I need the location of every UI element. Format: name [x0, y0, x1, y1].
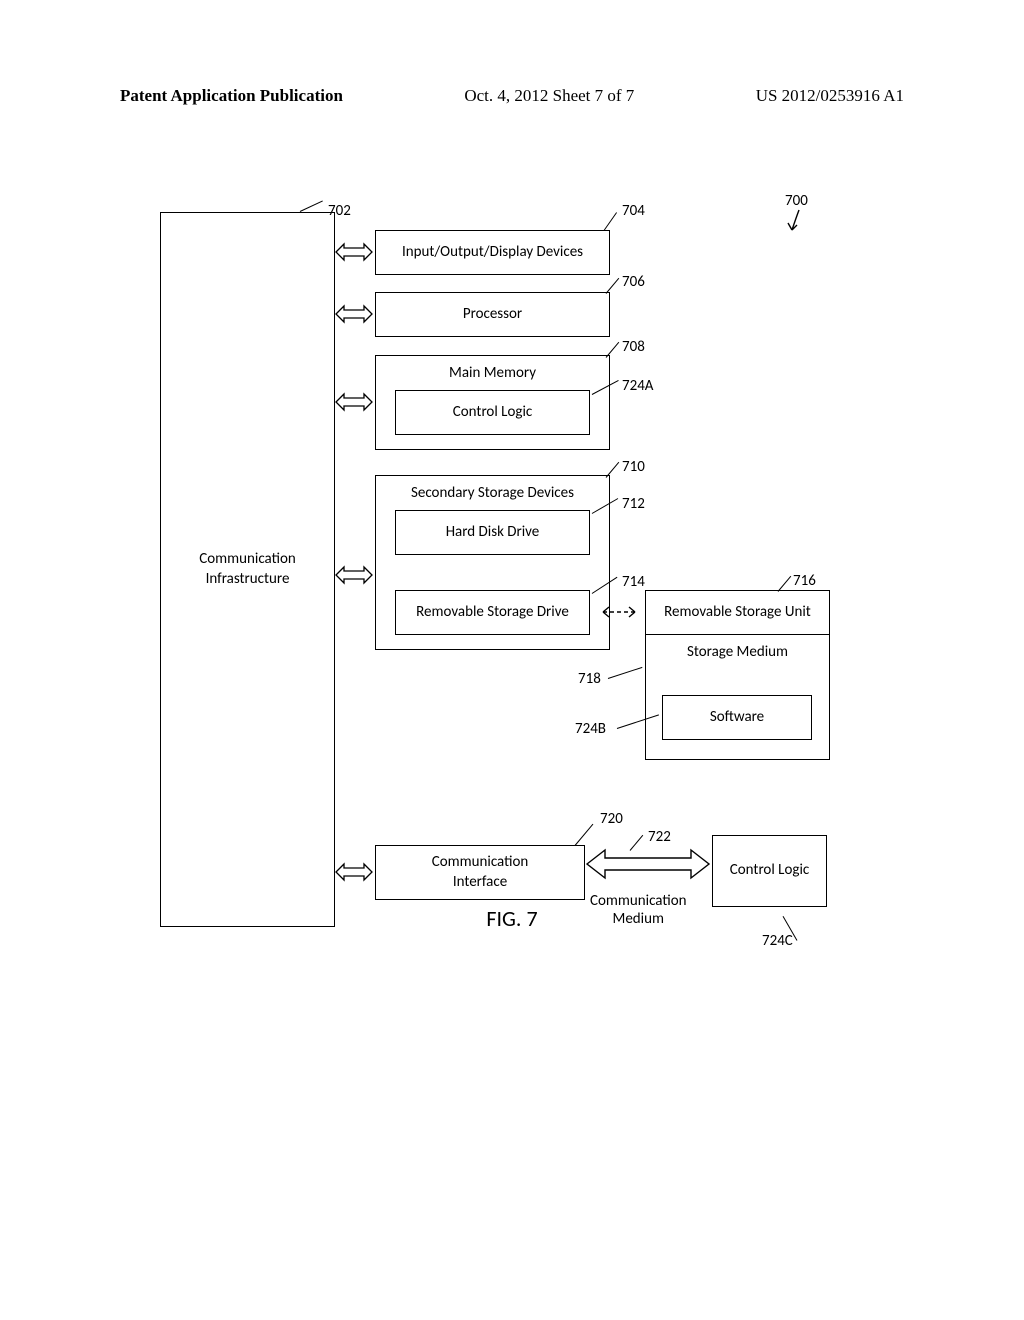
ref-724a: 724A — [622, 377, 654, 395]
bidir-arrow-mainmem — [334, 392, 374, 412]
ref-706: 706 — [622, 273, 645, 291]
bidir-arrow-comm-if — [334, 862, 374, 882]
box-communication-interface: Communication Interface — [375, 845, 585, 900]
header-publication: Patent Application Publication — [120, 86, 343, 106]
ref-702: 702 — [328, 202, 351, 220]
box-processor: Processor — [375, 292, 610, 337]
bidir-arrow-processor — [334, 304, 374, 324]
box-control-logic-a: Control Logic — [395, 390, 590, 435]
figure-caption: FIG. 7 — [0, 905, 1024, 932]
ref-704: 704 — [622, 202, 645, 220]
label-storage-medium: Storage Medium — [687, 643, 788, 663]
box-software: Software — [662, 695, 812, 740]
bidir-arrow-secstor — [334, 565, 374, 585]
box-communication-infrastructure: Communication Infrastructure — [160, 212, 335, 927]
label-removable-drive: Removable Storage Drive — [416, 603, 569, 623]
label-processor: Processor — [463, 305, 522, 325]
box-io-devices: Input/Output/Display Devices — [375, 230, 610, 275]
figure-7-diagram: 700 Communication Infrastructure 702 Inp… — [0, 180, 1024, 1080]
ref-724b: 724B — [575, 720, 606, 738]
label-communication-infrastructure: Communication Infrastructure — [199, 550, 296, 589]
ref-708: 708 — [622, 338, 645, 356]
ref-722: 722 — [648, 828, 671, 846]
label-hard-disk: Hard Disk Drive — [446, 523, 540, 543]
label-secondary-storage: Secondary Storage Devices — [411, 484, 574, 504]
ref-714: 714 — [622, 573, 645, 591]
box-removable-drive: Removable Storage Drive — [395, 590, 590, 635]
label-main-memory: Main Memory — [449, 364, 536, 384]
ref-718: 718 — [578, 670, 601, 688]
ref-720: 720 — [600, 810, 623, 828]
dashed-bidir-drive-unit — [595, 605, 643, 619]
ref-712: 712 — [622, 495, 645, 513]
label-communication-interface: Communication Interface — [432, 853, 529, 892]
box-hard-disk: Hard Disk Drive — [395, 510, 590, 555]
label-control-logic-a: Control Logic — [453, 403, 532, 423]
box-removable-unit: Removable Storage Unit — [645, 590, 830, 635]
ref-724c: 724C — [762, 932, 793, 950]
label-io-devices: Input/Output/Display Devices — [402, 243, 583, 263]
shape-communication-medium — [585, 840, 711, 888]
header-date-sheet: Oct. 4, 2012 Sheet 7 of 7 — [464, 86, 634, 106]
label-control-logic-c: Control Logic — [730, 861, 809, 881]
label-removable-unit: Removable Storage Unit — [664, 603, 811, 623]
arrow-700 — [787, 208, 803, 236]
ref-716: 716 — [793, 572, 816, 590]
ref-710: 710 — [622, 458, 645, 476]
box-control-logic-c: Control Logic — [712, 835, 827, 907]
label-software: Software — [710, 708, 764, 728]
header-docnum: US 2012/0253916 A1 — [756, 86, 904, 106]
bidir-arrow-io — [334, 242, 374, 262]
